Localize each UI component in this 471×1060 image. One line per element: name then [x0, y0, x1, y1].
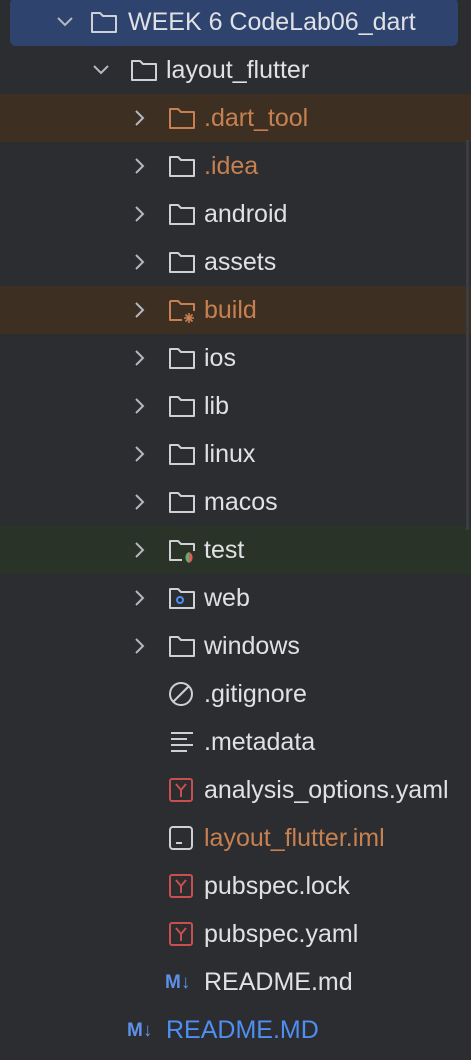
tree-row-file[interactable]: .gitignore — [0, 670, 471, 718]
folder-icon — [168, 633, 196, 659]
folder-icon — [130, 57, 158, 83]
tree-label: .idea — [204, 152, 259, 180]
tree-row-folder[interactable]: lib — [0, 382, 471, 430]
tree-row-file[interactable]: .metadata — [0, 718, 471, 766]
excluded-folder-icon — [168, 105, 196, 131]
iml-file-icon — [168, 825, 196, 851]
tree-row-folder[interactable]: build — [0, 286, 471, 334]
tree-row-folder[interactable]: assets — [0, 238, 471, 286]
tree-row-file[interactable]: pubspec.yaml — [0, 910, 471, 958]
tree-row-folder[interactable]: android — [0, 190, 471, 238]
tree-label: test — [204, 536, 245, 564]
text-file-icon — [168, 729, 196, 755]
chevron-right-icon[interactable] — [130, 348, 148, 368]
tree-label: layout_flutter.iml — [204, 824, 385, 852]
tree-row-file[interactable]: M↓ README.md — [0, 958, 471, 1006]
chevron-right-icon[interactable] — [130, 540, 148, 560]
tree-label: README.md — [204, 968, 353, 996]
tree-label: analysis_options.yaml — [204, 776, 449, 804]
folder-icon — [90, 9, 118, 35]
folder-icon — [168, 345, 196, 371]
chevron-right-icon[interactable] — [130, 444, 148, 464]
tree-label: layout_flutter — [166, 56, 310, 84]
tree-row-folder[interactable]: ios — [0, 334, 471, 382]
chevron-down-icon[interactable] — [92, 60, 110, 80]
tree-row-folder[interactable]: web — [0, 574, 471, 622]
web-folder-icon — [168, 585, 196, 611]
markdown-file-icon: M↓ — [165, 972, 191, 993]
scrollbar[interactable] — [466, 140, 469, 530]
tree-row-folder[interactable]: .idea — [0, 142, 471, 190]
tree-label: lib — [204, 392, 230, 420]
chevron-right-icon[interactable] — [130, 492, 148, 512]
tree-row-project-root[interactable]: WEEK 6 CodeLab06_dart — [10, 0, 458, 46]
tree-row-folder[interactable]: linux — [0, 430, 471, 478]
yaml-file-icon — [168, 873, 196, 899]
tree-row-folder[interactable]: .dart_tool — [0, 94, 471, 142]
folder-icon — [168, 393, 196, 419]
tree-label: WEEK 6 CodeLab06_dart — [128, 8, 416, 36]
tree-label: ios — [204, 344, 236, 372]
chevron-right-icon[interactable] — [130, 588, 148, 608]
tree-row-file[interactable]: pubspec.lock — [0, 862, 471, 910]
tree-row-file[interactable]: layout_flutter.iml — [0, 814, 471, 862]
tree-row-folder[interactable]: macos — [0, 478, 471, 526]
chevron-right-icon[interactable] — [130, 396, 148, 416]
tree-row-file[interactable]: analysis_options.yaml — [0, 766, 471, 814]
tree-row-folder[interactable]: windows — [0, 622, 471, 670]
test-folder-icon — [168, 537, 196, 563]
tree-row-file[interactable]: M↓ README.MD — [0, 1006, 471, 1054]
tree-label: android — [204, 200, 288, 228]
tree-label: web — [204, 584, 250, 612]
chevron-right-icon[interactable] — [130, 300, 148, 320]
chevron-right-icon[interactable] — [130, 204, 148, 224]
tree-label: pubspec.lock — [204, 872, 350, 900]
tree-label: linux — [204, 440, 256, 468]
chevron-right-icon[interactable] — [130, 108, 148, 128]
tree-label: build — [204, 296, 257, 324]
tree-label: .dart_tool — [204, 104, 309, 132]
markdown-file-icon: M↓ — [127, 1020, 153, 1041]
tree-label: assets — [204, 248, 277, 276]
tree-label: .metadata — [204, 728, 316, 756]
folder-icon — [168, 489, 196, 515]
folder-icon — [168, 249, 196, 275]
folder-icon — [168, 153, 196, 179]
chevron-down-icon[interactable] — [56, 12, 74, 32]
tree-label: README.MD — [166, 1016, 319, 1044]
folder-icon — [168, 441, 196, 467]
chevron-right-icon[interactable] — [130, 636, 148, 656]
tree-row-folder[interactable]: test — [0, 526, 471, 574]
chevron-right-icon[interactable] — [130, 252, 148, 272]
ignore-file-icon — [168, 681, 196, 707]
tree-label: .gitignore — [204, 680, 307, 708]
yaml-file-icon — [168, 921, 196, 947]
tree-label: macos — [204, 488, 278, 516]
tree-label: pubspec.yaml — [204, 920, 359, 948]
build-folder-icon — [168, 297, 196, 323]
folder-icon — [168, 201, 196, 227]
project-tree: WEEK 6 CodeLab06_dart layout_flutter .da… — [0, 0, 471, 1060]
tree-row-module[interactable]: layout_flutter — [0, 46, 471, 94]
yaml-file-icon — [168, 777, 196, 803]
chevron-right-icon[interactable] — [130, 156, 148, 176]
tree-label: windows — [204, 632, 300, 660]
